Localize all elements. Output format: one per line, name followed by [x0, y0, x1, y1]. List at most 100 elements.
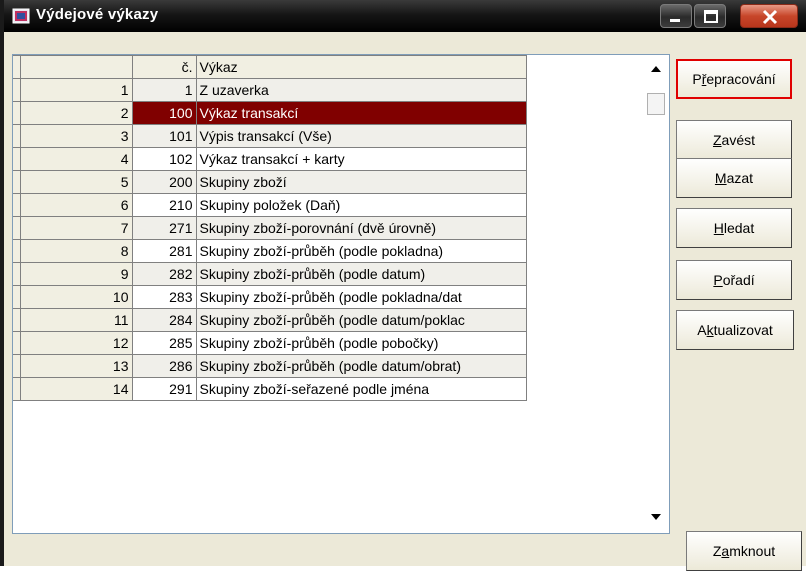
report-number-cell: 102	[131, 147, 197, 171]
report-number-cell: 101	[131, 124, 197, 148]
close-button[interactable]	[740, 4, 798, 28]
update-button[interactable]: Aktualizovat	[676, 310, 794, 350]
report-number-cell: 200	[131, 170, 197, 194]
row-index-cell: 8	[19, 239, 133, 263]
row-selector-cell	[13, 147, 21, 171]
row-index-cell: 2	[19, 101, 133, 125]
header-selector	[13, 55, 21, 79]
report-number-cell: 282	[131, 262, 197, 286]
order-button-label: Pořadí	[713, 272, 755, 288]
row-selector-cell	[13, 354, 21, 378]
minimize-icon	[670, 19, 680, 22]
reprocess-button[interactable]: Přepracování	[676, 59, 792, 99]
title-bar[interactable]: Výdejové výkazy	[4, 0, 806, 32]
table-row[interactable]: 10 283 Skupiny zboží-průběh (podle pokladn…	[13, 285, 527, 309]
row-selector-cell	[13, 216, 21, 240]
lock-button[interactable]: Zamknout	[686, 531, 802, 571]
vertical-scrollbar[interactable]	[643, 55, 669, 533]
table-row[interactable]: 7 271 Skupiny zboží-porovnání (dvě úrovně)	[13, 216, 527, 240]
maximize-button[interactable]	[694, 4, 726, 28]
client-area: č. Výkaz 11Z uzaverka 2 100 Výkaz transakcí…	[4, 32, 806, 571]
row-selector-cell	[13, 101, 21, 125]
order-button[interactable]: Pořadí	[676, 260, 792, 300]
report-number-cell: 100	[131, 101, 197, 125]
table-row[interactable]: 6 210 Skupiny položek (Daň)	[13, 193, 527, 217]
reports-table: č. Výkaz 11Z uzaverka 2 100 Výkaz transakcí…	[13, 55, 527, 401]
search-button[interactable]: Hledat	[676, 208, 792, 248]
header-number[interactable]: č.	[131, 55, 197, 79]
window-title: Výdejové výkazy	[36, 6, 159, 23]
report-name-cell: Výkaz transakcí	[195, 101, 527, 125]
row-selector-cell	[13, 239, 21, 263]
report-name-cell: Skupiny zboží-průběh (podle datum/poklac	[195, 308, 527, 332]
row-selector-cell	[13, 193, 21, 217]
scroll-down-icon[interactable]	[649, 511, 663, 523]
table-row[interactable]: 11 284 Skupiny zboží-průběh (podle datum/p…	[13, 308, 527, 332]
report-name-cell: Skupiny zboží-průběh (podle datum)	[195, 262, 527, 286]
report-name-cell: Skupiny zboží-průběh (podle pobočky)	[195, 331, 527, 355]
row-index-cell: 5	[19, 170, 133, 194]
load-button-label: Zavést	[712, 132, 756, 148]
load-button[interactable]: Zavést	[676, 120, 792, 160]
report-number-cell: 281	[131, 239, 197, 263]
report-number-cell: 271	[131, 216, 197, 240]
maximize-icon	[704, 10, 718, 23]
scroll-thumb[interactable]	[647, 93, 665, 115]
table-row[interactable]: 9 282 Skupiny zboží-průběh (podle datum)	[13, 262, 527, 286]
app-icon	[12, 8, 30, 24]
table-row[interactable]: 5 200 Skupiny zboží	[13, 170, 527, 194]
row-index-cell: 11	[19, 308, 133, 332]
table-row[interactable]: 11Z uzaverka	[13, 78, 527, 102]
header-index	[19, 55, 133, 79]
search-button-label: Hledat	[713, 220, 755, 236]
report-name-cell: Výpis transakcí (Vše)	[195, 124, 527, 148]
header-report[interactable]: Výkaz	[195, 55, 527, 79]
table-row[interactable]: 12 285 Skupiny zboží-průběh (podle pobočky…	[13, 331, 527, 355]
row-index-cell: 4	[19, 147, 133, 171]
row-selector-cell	[13, 285, 21, 309]
table-row[interactable]: 8 281 Skupiny zboží-průběh (podle pokladna…	[13, 239, 527, 263]
window: Výdejové výkazy č. Výkaz 11Z uzaverka 2 …	[0, 0, 806, 571]
row-index-cell: 3	[19, 124, 133, 148]
report-number-cell: 286	[131, 354, 197, 378]
row-index-cell: 6	[19, 193, 133, 217]
scroll-up-icon[interactable]	[649, 63, 663, 75]
report-name-cell: Skupiny zboží-průběh (podle pokladna/dat	[195, 285, 527, 309]
report-name-cell: Skupiny zboží-porovnání (dvě úrovně)	[195, 216, 527, 240]
report-name-cell: Skupiny zboží-průběh (podle pokladna)	[195, 239, 527, 263]
row-selector-cell	[13, 308, 21, 332]
table-header: č. Výkaz	[13, 55, 527, 79]
row-selector-cell	[13, 262, 21, 286]
reports-grid[interactable]: č. Výkaz 11Z uzaverka 2 100 Výkaz transakcí…	[12, 54, 670, 534]
close-icon	[762, 9, 778, 25]
delete-button[interactable]: Mazat	[676, 158, 792, 198]
row-index-cell: 13	[19, 354, 133, 378]
table-row[interactable]: 2 100 Výkaz transakcí	[13, 101, 527, 125]
row-selector-cell	[13, 170, 21, 194]
report-name-cell: Skupiny zboží-průběh (podle datum/obrat)	[195, 354, 527, 378]
report-number-cell: 1	[131, 78, 197, 102]
report-number-cell: 210	[131, 193, 197, 217]
report-number-cell: 291	[131, 377, 197, 401]
minimize-button[interactable]	[660, 4, 692, 28]
reprocess-button-label: Přepracování	[692, 71, 776, 87]
row-index-cell: 14	[19, 377, 133, 401]
report-name-cell: Skupiny zboží	[195, 170, 527, 194]
table-row[interactable]: 3 101 Výpis transakcí (Vše)	[13, 124, 527, 148]
row-selector-cell	[13, 124, 21, 148]
row-index-cell: 12	[19, 331, 133, 355]
report-name-cell: Výkaz transakcí + karty	[195, 147, 527, 171]
report-name-cell: Skupiny zboží-seřazené podle jména	[195, 377, 527, 401]
lock-button-label: Zamknout	[712, 543, 776, 559]
row-index-cell: 1	[19, 78, 133, 102]
table-row[interactable]: 4 102 Výkaz transakcí + karty	[13, 147, 527, 171]
report-number-cell: 284	[131, 308, 197, 332]
report-name-cell: Skupiny položek (Daň)	[195, 193, 527, 217]
report-number-cell: 283	[131, 285, 197, 309]
table-row[interactable]: 13 286 Skupiny zboží-průběh (podle datum/o…	[13, 354, 527, 378]
table-row[interactable]: 14 291 Skupiny zboží-seřazené podle jména	[13, 377, 527, 401]
row-index-cell: 10	[19, 285, 133, 309]
update-button-label: Aktualizovat	[697, 322, 773, 338]
row-index-cell: 7	[19, 216, 133, 240]
row-selector-cell	[13, 78, 21, 102]
